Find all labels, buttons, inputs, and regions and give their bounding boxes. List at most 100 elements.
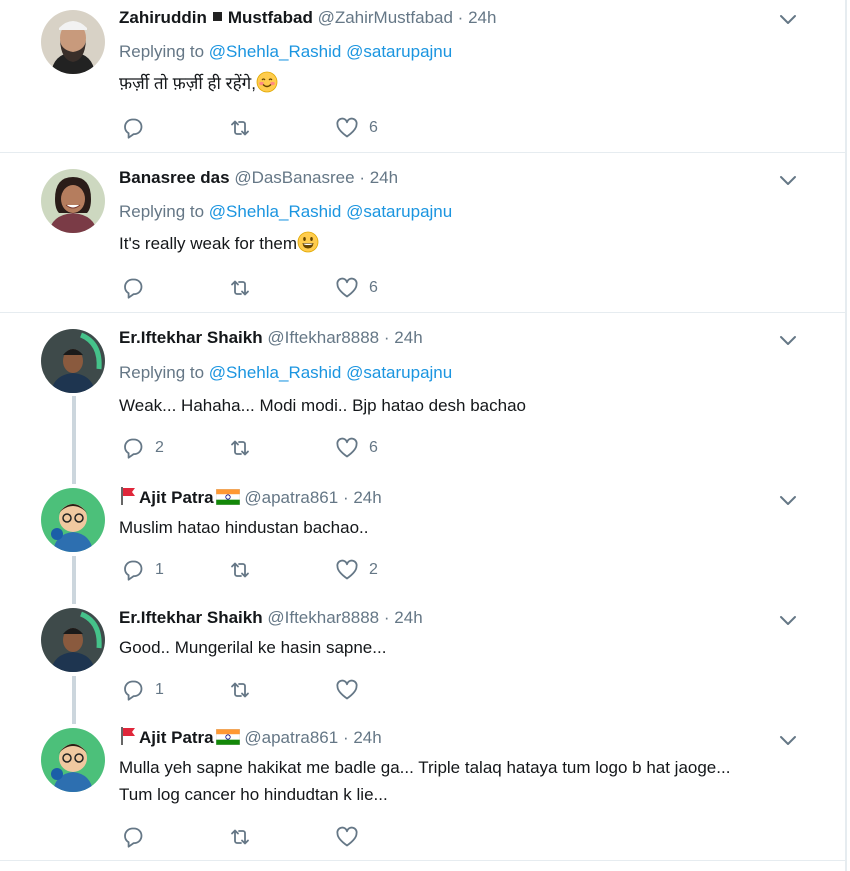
mention-link[interactable]: @satarupajnu xyxy=(346,42,452,61)
reply-count: 1 xyxy=(155,681,164,698)
like-button[interactable]: 6 xyxy=(335,436,378,460)
caret-down-icon[interactable] xyxy=(779,175,797,187)
user-handle[interactable]: @Iftekhar8888 xyxy=(267,608,379,627)
replying-to: Replying to @Shehla_Rashid @satarupajnu xyxy=(119,363,452,383)
reply-button[interactable] xyxy=(121,116,155,140)
tweet-header: Banasree das @DasBanasree · 24h xyxy=(119,168,398,188)
timestamp[interactable]: 24h xyxy=(353,488,381,507)
like-button[interactable]: 6 xyxy=(335,116,378,140)
reply-icon xyxy=(121,276,145,300)
retweet-icon xyxy=(228,825,252,849)
separator-dot: · xyxy=(383,608,390,627)
tweet-4[interactable]: Ajit Patra @apatra861 · 24h Muslim hatao… xyxy=(0,472,845,592)
like-button[interactable]: 6 xyxy=(335,276,378,300)
retweet-button[interactable] xyxy=(228,558,262,582)
reply-icon xyxy=(121,436,145,460)
timestamp[interactable]: 24h xyxy=(394,608,422,627)
tweet-3[interactable]: Er.Iftekhar Shaikh @Iftekhar8888 · 24h R… xyxy=(0,312,845,472)
display-name[interactable]: Ajit Patra xyxy=(139,728,214,747)
display-name[interactable]: Ajit Patra xyxy=(139,488,214,507)
tweet-header: Ajit Patra @apatra861 · 24h xyxy=(119,726,382,748)
display-name-suffix[interactable]: Mustfabad xyxy=(228,8,313,27)
grinning-face-icon xyxy=(297,231,319,253)
display-name[interactable]: Er.Iftekhar Shaikh xyxy=(119,328,263,347)
mention-link[interactable]: @Shehla_Rashid xyxy=(209,202,342,221)
replying-to: Replying to @Shehla_Rashid @satarupajnu xyxy=(119,42,452,62)
india-flag-icon xyxy=(216,729,240,745)
timestamp[interactable]: 24h xyxy=(370,168,398,187)
tweet-text: Weak... Hahaha... Modi modi.. Bjp hatao … xyxy=(119,396,526,415)
timestamp[interactable]: 24h xyxy=(394,328,422,347)
display-name[interactable]: Er.Iftekhar Shaikh xyxy=(119,608,263,627)
reply-button[interactable] xyxy=(121,276,155,300)
like-icon xyxy=(335,436,359,460)
replying-prefix: Replying to xyxy=(119,202,205,221)
like-count: 6 xyxy=(369,439,378,456)
black-square-icon xyxy=(212,12,222,21)
timestamp[interactable]: 24h xyxy=(353,728,381,747)
tweet-5[interactable]: Er.Iftekhar Shaikh @Iftekhar8888 · 24h G… xyxy=(0,592,845,712)
like-icon xyxy=(335,825,359,849)
like-button[interactable] xyxy=(335,825,369,849)
user-handle[interactable]: @Iftekhar8888 xyxy=(267,328,379,347)
user-handle[interactable]: @DasBanasree xyxy=(234,168,354,187)
reply-button[interactable]: 1 xyxy=(121,558,164,582)
user-handle[interactable]: @ZahirMustfabad xyxy=(318,8,453,27)
retweet-button[interactable] xyxy=(228,825,262,849)
retweet-button[interactable] xyxy=(228,116,262,140)
avatar[interactable] xyxy=(41,10,105,74)
like-icon xyxy=(335,116,359,140)
retweet-icon xyxy=(228,678,252,702)
tweet-2[interactable]: Banasree das @DasBanasree · 24h Replying… xyxy=(0,152,845,313)
tweet-6[interactable]: Ajit Patra @apatra861 · 24h Mulla yeh sa… xyxy=(0,712,845,861)
india-flag-icon xyxy=(216,489,240,505)
mention-link[interactable]: @Shehla_Rashid xyxy=(209,363,342,382)
avatar[interactable] xyxy=(41,728,105,792)
retweet-icon xyxy=(228,116,252,140)
caret-down-icon[interactable] xyxy=(779,735,797,747)
retweet-button[interactable] xyxy=(228,276,262,300)
caret-down-icon[interactable] xyxy=(779,335,797,347)
tweet-header: Er.Iftekhar Shaikh @Iftekhar8888 · 24h xyxy=(119,328,423,348)
display-name[interactable]: Banasree das xyxy=(119,168,230,187)
reply-icon xyxy=(121,116,145,140)
like-count: 6 xyxy=(369,119,378,136)
tweet-header: Ajit Patra @apatra861 · 24h xyxy=(119,486,382,508)
tweet-header: Zahiruddin Mustfabad @ZahirMustfabad · 24… xyxy=(119,8,496,28)
avatar[interactable] xyxy=(41,488,105,552)
reply-icon xyxy=(121,825,145,849)
separator-dot: · xyxy=(342,728,349,747)
right-border xyxy=(845,0,847,871)
avatar[interactable] xyxy=(41,329,105,393)
retweet-button[interactable] xyxy=(228,436,262,460)
caret-down-icon[interactable] xyxy=(779,14,797,26)
like-button[interactable] xyxy=(335,678,369,702)
user-handle[interactable]: @apatra861 xyxy=(244,728,338,747)
red-flag-icon xyxy=(119,726,137,746)
user-handle[interactable]: @apatra861 xyxy=(244,488,338,507)
separator-dot: · xyxy=(359,168,365,187)
like-icon xyxy=(335,558,359,582)
mention-link[interactable]: @satarupajnu xyxy=(346,202,452,221)
caret-down-icon[interactable] xyxy=(779,615,797,627)
tweet-1[interactable]: Zahiruddin Mustfabad @ZahirMustfabad · 24… xyxy=(0,0,845,153)
retweet-button[interactable] xyxy=(228,678,262,702)
smiling-face-icon xyxy=(256,71,278,93)
mention-link[interactable]: @satarupajnu xyxy=(346,363,452,382)
like-button[interactable]: 2 xyxy=(335,558,378,582)
tweet-text: Muslim hatao hindustan bachao.. xyxy=(119,518,369,537)
avatar[interactable] xyxy=(41,608,105,672)
separator-dot: · xyxy=(457,8,464,27)
timestamp[interactable]: 24h xyxy=(468,8,496,27)
avatar[interactable] xyxy=(41,169,105,233)
like-icon xyxy=(335,276,359,300)
caret-down-icon[interactable] xyxy=(779,495,797,507)
reply-count: 2 xyxy=(155,439,164,456)
reply-button[interactable]: 1 xyxy=(121,678,164,702)
display-name[interactable]: Zahiruddin xyxy=(119,8,207,27)
reply-count: 1 xyxy=(155,561,164,578)
reply-button[interactable]: 2 xyxy=(121,436,164,460)
mention-link[interactable]: @Shehla_Rashid xyxy=(209,42,342,61)
tweet-text: Good.. Mungerilal ke hasin sapne... xyxy=(119,638,387,657)
reply-button[interactable] xyxy=(121,825,155,849)
